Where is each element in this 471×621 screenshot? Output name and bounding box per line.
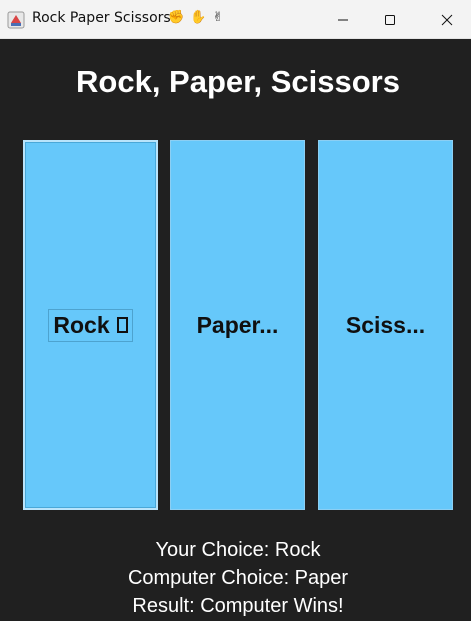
title-bar[interactable]: Rock Paper Scissors ✊ ✋ ✌ <box>0 0 471 39</box>
scissors-button-label: Sciss... <box>345 311 426 338</box>
java-app-icon <box>7 11 25 29</box>
close-icon <box>441 14 452 25</box>
your-choice-text: Your Choice: Rock <box>155 539 321 561</box>
maximize-button[interactable] <box>367 0 413 39</box>
paper-button[interactable]: Paper... <box>170 140 305 510</box>
minimize-icon <box>338 19 348 20</box>
result-text: Result: Computer Wins! <box>132 595 344 617</box>
rock-button-label: Rock <box>53 311 110 338</box>
paper-button-label: Paper... <box>196 311 279 338</box>
hand-emoji-icons: ✊ ✋ ✌ <box>168 10 225 25</box>
scissors-button[interactable]: Sciss... <box>318 140 453 510</box>
maximize-icon <box>385 14 395 25</box>
close-button[interactable] <box>422 0 471 39</box>
rock-button-focus: Rock <box>48 308 133 342</box>
computer-choice-text: Computer Choice: Paper <box>127 567 349 589</box>
app-window: Rock Paper Scissors ✊ ✋ ✌ Rock, Paper, S… <box>0 0 471 621</box>
minimize-button[interactable] <box>320 0 366 39</box>
window-title: Rock Paper Scissors <box>32 10 171 26</box>
game-heading: Rock, Paper, Scissors <box>76 64 400 99</box>
missing-glyph-icon <box>116 317 128 333</box>
rock-button[interactable]: Rock <box>23 140 158 510</box>
results-panel: Your Choice: Rock Computer Choice: Paper… <box>0 536 471 620</box>
